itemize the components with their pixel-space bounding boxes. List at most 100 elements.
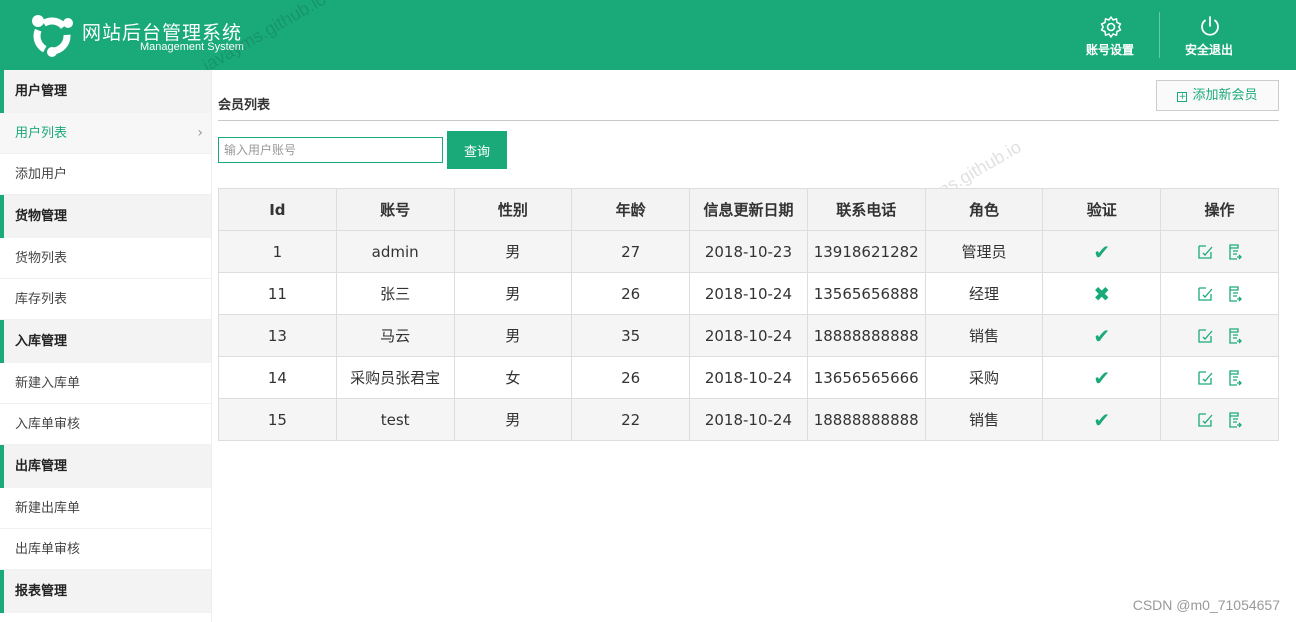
cell-role: 销售 <box>924 398 1044 441</box>
column-header-age: 年龄 <box>571 188 691 231</box>
cell-verified: ✔ <box>1042 314 1162 357</box>
cell-phone: 13656565666 <box>806 356 926 399</box>
sidebar-group-goods[interactable]: 货物管理 <box>0 195 211 238</box>
cell-age: 22 <box>571 398 691 441</box>
cell-gender: 男 <box>453 398 573 441</box>
check-icon: ✔ <box>1093 365 1111 390</box>
table-row: 14 采购员张君宝女 26 2018-10-24 13656565666 采购 ✔ <box>218 356 1279 399</box>
cell-phone: 18888888888 <box>806 398 926 441</box>
sidebar-item-label: 用户列表 <box>15 126 68 141</box>
sidebar-item-stock-list[interactable]: 库存列表 <box>0 279 211 320</box>
sidebar-group-outbound[interactable]: 出库管理 <box>0 445 211 488</box>
csdn-watermark: CSDN @m0_71054657 <box>1132 597 1280 613</box>
cell-role: 采购 <box>924 356 1044 399</box>
add-member-button[interactable]: + 添加新会员 <box>1156 80 1279 111</box>
divider <box>218 120 1279 121</box>
search-button[interactable]: 查询 <box>447 131 507 169</box>
cell-gender: 男 <box>453 272 573 315</box>
cell-gender: 女 <box>453 356 573 399</box>
brand-subtitle: Management System <box>140 41 244 53</box>
plus-icon: + <box>1177 92 1188 102</box>
cell-date: 2018-10-23 <box>689 230 808 273</box>
cell-actions <box>1160 398 1279 441</box>
sidebar-group-reports[interactable]: 报表管理 <box>0 570 211 613</box>
cell-role: 管理员 <box>924 230 1044 273</box>
cell-date: 2018-10-24 <box>689 314 808 357</box>
sidebar-group-users[interactable]: 用户管理 <box>0 70 211 113</box>
edit-icon[interactable] <box>1196 285 1214 303</box>
logout-button[interactable]: 安全退出 <box>1174 0 1244 70</box>
cross-icon: ✖ <box>1093 281 1111 306</box>
check-icon: ✔ <box>1093 239 1111 264</box>
edit-icon[interactable] <box>1196 327 1214 345</box>
cell-age: 27 <box>571 230 691 273</box>
delete-icon[interactable] <box>1226 411 1244 429</box>
delete-icon[interactable] <box>1226 327 1244 345</box>
chevron-right-icon: › <box>197 125 203 141</box>
sidebar-item-user-list[interactable]: 用户列表 › <box>0 113 211 154</box>
edit-icon[interactable] <box>1196 411 1214 429</box>
account-settings-button[interactable]: 账号设置 <box>1075 0 1145 70</box>
cell-age: 35 <box>571 314 691 357</box>
cell-account: admin <box>335 230 455 273</box>
sidebar-item-goods-list[interactable]: 货物列表 <box>0 238 211 279</box>
sidebar-item-inbound-review[interactable]: 入库单审核 <box>0 404 211 445</box>
account-settings-label: 账号设置 <box>1085 43 1134 57</box>
cell-verified: ✔ <box>1042 230 1162 273</box>
column-header-verified: 验证 <box>1042 188 1162 231</box>
column-header-phone: 联系电话 <box>806 188 926 231</box>
sidebar-item-add-user[interactable]: 添加用户 <box>0 154 211 195</box>
page-title: 会员列表 <box>218 98 271 113</box>
cell-verified: ✖ <box>1042 272 1162 315</box>
sidebar-group-inbound[interactable]: 入库管理 <box>0 320 211 363</box>
table-row: 15 test 男 22 2018-10-24 18888888888 销售 ✔ <box>218 398 1279 441</box>
check-icon: ✔ <box>1093 323 1111 348</box>
cell-account: 张三 <box>335 272 455 315</box>
cell-role: 销售 <box>924 314 1044 357</box>
cell-phone: 13565656888 <box>806 272 926 315</box>
sidebar-item-new-outbound[interactable]: 新建出库单 <box>0 488 211 529</box>
delete-icon[interactable] <box>1226 285 1244 303</box>
header-divider <box>1159 12 1160 58</box>
delete-icon[interactable] <box>1226 243 1244 261</box>
delete-icon[interactable] <box>1226 369 1244 387</box>
edit-icon[interactable] <box>1196 369 1214 387</box>
cell-actions <box>1160 272 1279 315</box>
column-header-date: 信息更新日期 <box>689 188 808 231</box>
cell-age: 26 <box>571 272 691 315</box>
logo-icon <box>32 15 73 57</box>
column-header-role: 角色 <box>924 188 1044 231</box>
cell-role: 经理 <box>924 272 1044 315</box>
check-icon: ✔ <box>1093 407 1111 432</box>
cell-date: 2018-10-24 <box>689 356 808 399</box>
table-row: 11 张三男 26 2018-10-24 13565656888 经理 ✖ <box>218 272 1279 315</box>
sidebar: 用户管理 用户列表 › 添加用户 货物管理 货物列表 库存列表 入库管理 新建入… <box>0 70 212 622</box>
cell-id: 14 <box>218 356 337 399</box>
cell-account: 马云 <box>335 314 455 357</box>
gear-icon <box>1100 16 1122 38</box>
edit-icon[interactable] <box>1196 243 1214 261</box>
cell-verified: ✔ <box>1042 398 1162 441</box>
table-row: 13 马云男 35 2018-10-24 18888888888 销售 ✔ <box>218 314 1279 357</box>
column-header-actions: 操作 <box>1160 188 1279 231</box>
cell-phone: 18888888888 <box>806 314 926 357</box>
cell-gender: 男 <box>453 314 573 357</box>
cell-date: 2018-10-24 <box>689 272 808 315</box>
column-header-id: Id <box>218 188 337 231</box>
cell-date: 2018-10-24 <box>689 398 808 441</box>
cell-actions <box>1160 230 1279 273</box>
cell-gender: 男 <box>453 230 573 273</box>
sidebar-item-new-inbound[interactable]: 新建入库单 <box>0 363 211 404</box>
cell-age: 26 <box>571 356 691 399</box>
search-input[interactable] <box>218 137 443 163</box>
cell-id: 13 <box>218 314 337 357</box>
cell-phone: 13918621282 <box>806 230 926 273</box>
sidebar-item-outbound-review[interactable]: 出库单审核 <box>0 529 211 570</box>
cell-id: 1 <box>218 230 337 273</box>
cell-account: test <box>335 398 455 441</box>
cell-actions <box>1160 356 1279 399</box>
cell-verified: ✔ <box>1042 356 1162 399</box>
table-row: 1 admin 男 27 2018-10-23 13918621282 管理员 ✔ <box>218 230 1279 273</box>
add-member-label: 添加新会员 <box>1192 88 1258 103</box>
cell-account: 采购员张君宝 <box>335 356 455 399</box>
